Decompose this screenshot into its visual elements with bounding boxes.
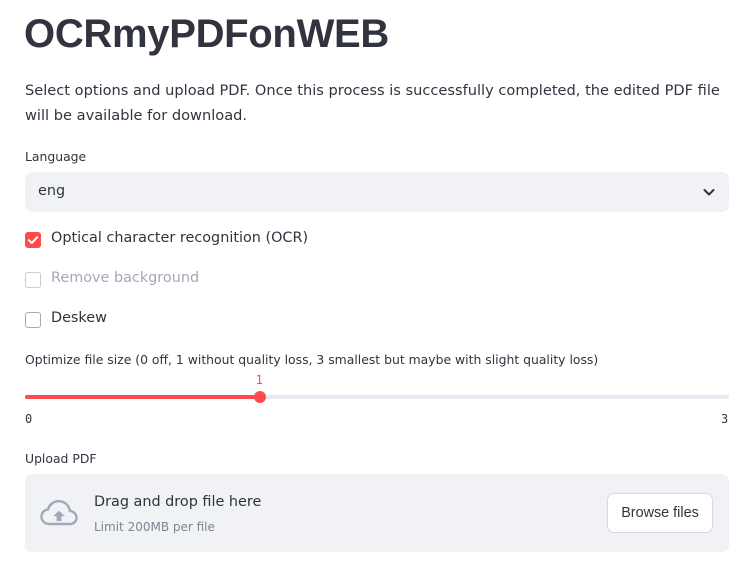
upload-label: Upload PDF [25, 451, 97, 466]
deskew-checkbox-label: Deskew [51, 310, 107, 326]
language-label: Language [25, 149, 87, 164]
intro-text: Select options and upload PDF. Once this… [25, 82, 720, 124]
main-page: OCRmyPDFonWEB Select options and upload … [0, 0, 753, 576]
optimize-slider-min: 0 [25, 412, 33, 426]
dropzone-title: Drag and drop file here [94, 494, 262, 510]
optimize-label: Optimize file size (0 off, 1 without qua… [25, 352, 599, 367]
language-selected-value: eng [38, 183, 66, 199]
file-dropzone[interactable]: Drag and drop file here Limit 200MB per … [25, 474, 729, 552]
checkbox-unchecked-icon [25, 312, 41, 328]
checkbox-unchecked-icon [25, 272, 41, 288]
page-title: OCRmyPDFonWEB [24, 12, 389, 56]
checkbox-checked-icon [25, 232, 41, 248]
optimize-slider-thumb[interactable] [253, 391, 266, 403]
chevron-down-icon [703, 189, 715, 196]
ocr-checkbox-label: Optical character recognition (OCR) [51, 230, 309, 246]
dropzone-limit: Limit 200MB per file [94, 520, 215, 534]
cloud-upload-icon [40, 500, 78, 526]
remove-background-checkbox-label: Remove background [51, 270, 200, 286]
optimize-slider-fill [25, 395, 260, 399]
optimize-slider-value: 1 [255, 373, 263, 387]
optimize-slider-max: 3 [721, 412, 729, 426]
browse-files-button[interactable]: Browse files [607, 493, 713, 533]
language-select[interactable]: eng [25, 172, 729, 212]
